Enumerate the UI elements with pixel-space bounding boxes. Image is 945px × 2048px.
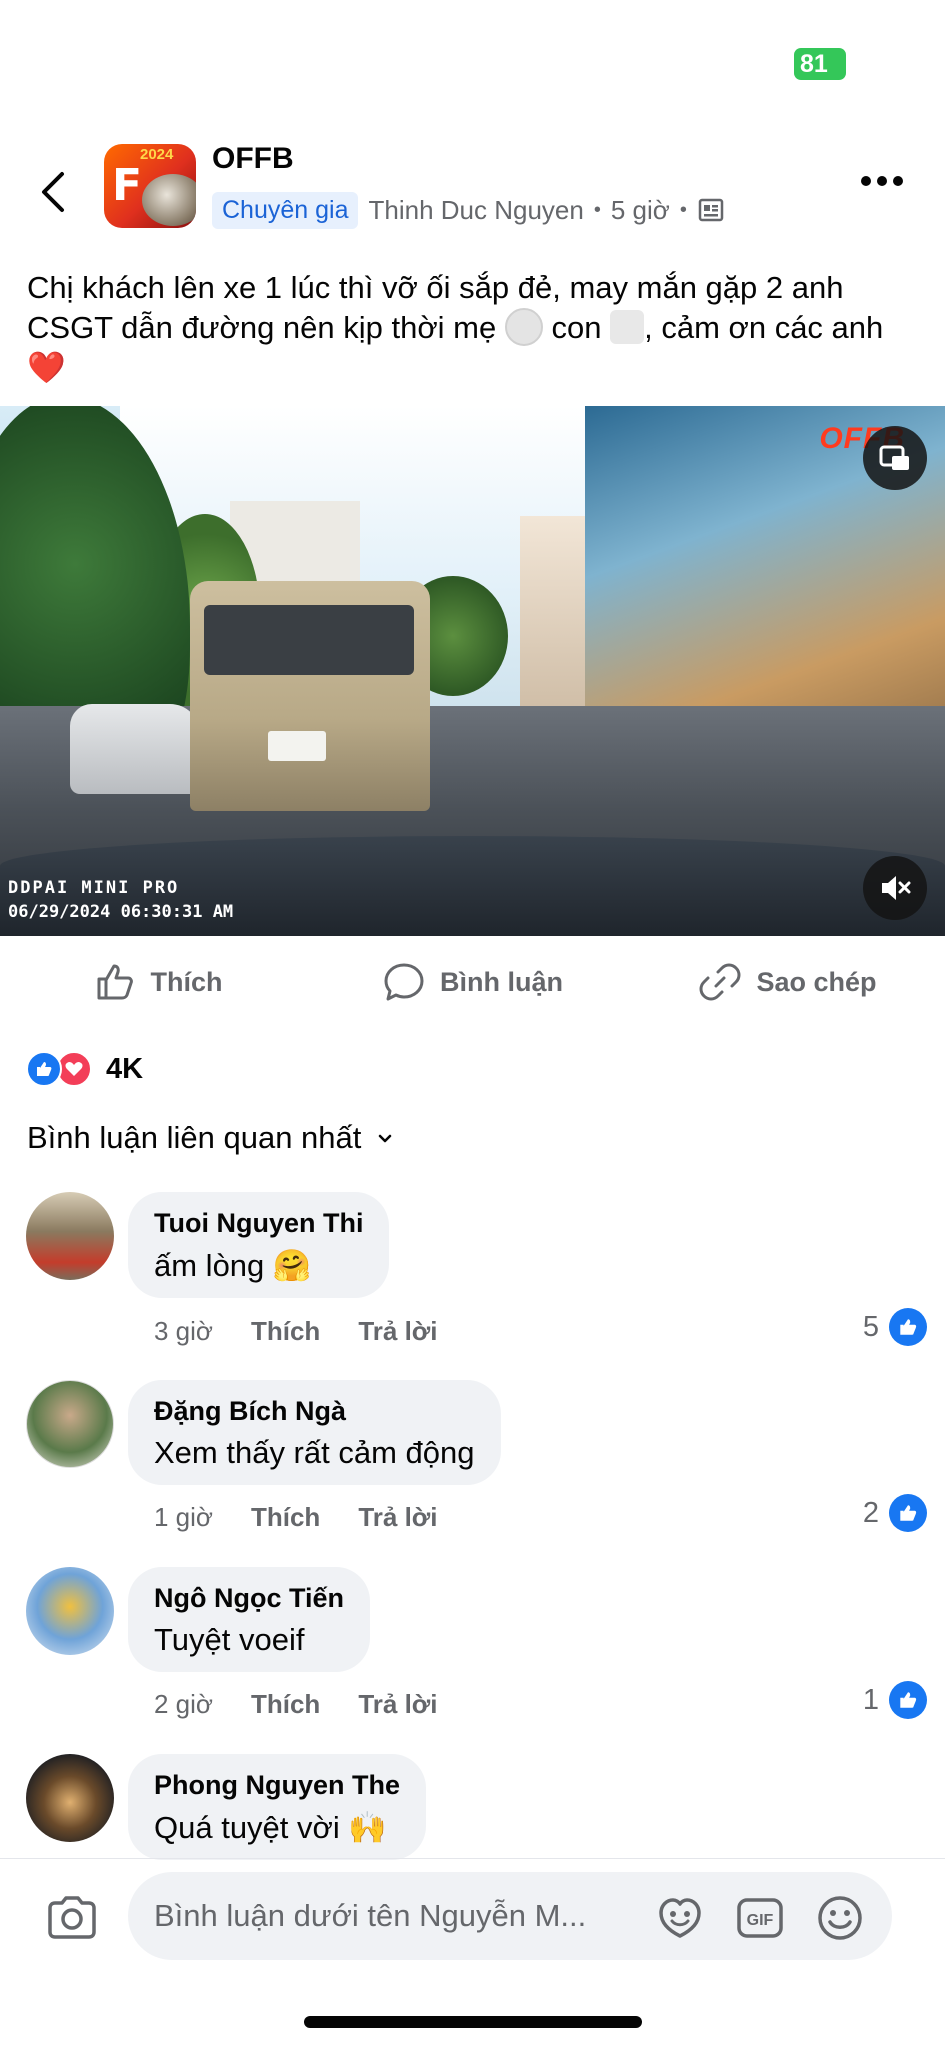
comment-meta: 3 giờ Thích Trả lời (154, 1316, 438, 1347)
page-avatar[interactable]: 2024 F (104, 144, 196, 228)
gif-label: GIF (747, 1912, 774, 1929)
back-chevron-icon (42, 172, 64, 212)
battery-indicator: 81 (794, 48, 846, 80)
pip-button[interactable] (863, 426, 927, 490)
post-action-bar: Thích Bình luận Sao chép (0, 950, 945, 1014)
avatar-photo (142, 174, 196, 226)
heart-emoji: ❤️ (27, 350, 66, 385)
like-label: Thích (150, 966, 223, 997)
like-badge-icon (889, 1681, 927, 1719)
comment-meta: 2 giờ Thích Trả lời (154, 1689, 438, 1720)
meta-separator: • (593, 198, 601, 221)
like-badge-icon (889, 1308, 927, 1346)
comment-bubble-icon (384, 963, 424, 1001)
post-header: 2024 F OFFB Chuyên gia Thinh Duc Nguyen … (0, 138, 945, 248)
more-dots-icon (861, 176, 871, 186)
dashcam-timestamp: 06/29/2024 06:30:31 AM (8, 902, 234, 922)
comment-composer: Bình luận dưới tên Nguyễn M... GIF (0, 1860, 945, 1970)
home-indicator[interactable] (304, 2016, 642, 2028)
video-bus-window (204, 605, 414, 675)
copy-link-icon (699, 963, 741, 1001)
comment-like-number: 5 (862, 1310, 879, 1343)
comment-text: Tuyệt voeif (154, 1622, 305, 1657)
white-square-emoji (610, 310, 645, 344)
composer-divider (0, 1858, 945, 1859)
white-circle-emoji (504, 308, 543, 346)
comment-like-number: 2 (862, 1496, 879, 1529)
comment-button[interactable]: Bình luận (315, 950, 630, 1014)
comment-reply-button[interactable]: Trả lời (358, 1502, 437, 1533)
comment-sort-dropdown[interactable]: Bình luận liên quan nhất (27, 1120, 395, 1156)
commenter-avatar[interactable] (26, 1567, 114, 1655)
comment-text: Quá tuyệt vời 🙌 (154, 1810, 387, 1845)
comment-like-number: 1 (862, 1683, 879, 1716)
comment-reply-button[interactable]: Trả lời (358, 1689, 437, 1720)
comment-like-count[interactable]: 2 (863, 1494, 927, 1532)
post-video[interactable]: OFFB DDPAI MINI PRO 06/29/2024 06:30:31 … (0, 406, 945, 936)
dashcam-brand: DDPAI MINI PRO (8, 878, 180, 898)
comment-meta: 1 giờ Thích Trả lời (154, 1502, 438, 1533)
camera-icon[interactable] (44, 1890, 100, 1946)
caption-text-3: , cảm ơn các anh (644, 310, 884, 345)
comment-author[interactable]: Ngô Ngọc Tiến (154, 1583, 344, 1614)
gif-icon[interactable]: GIF (734, 1892, 786, 1944)
post-caption: Chị khách lên xe 1 lúc thì vỡ ối sắp đẻ,… (27, 268, 917, 388)
copy-link-button[interactable]: Sao chép (630, 950, 945, 1014)
comment-text: ấm lòng 🤗 (154, 1248, 312, 1283)
comment-text: Xem thấy rất cảm động (154, 1435, 475, 1470)
comment-like-button[interactable]: Thích (251, 1502, 320, 1533)
copy-label: Sao chép (756, 966, 877, 997)
comment-bubble[interactable]: Phong Nguyen The Quá tuyệt vời 🙌 (128, 1754, 426, 1860)
comment-time: 2 giờ (154, 1689, 213, 1719)
comment-input[interactable]: Bình luận dưới tên Nguyễn M... GIF (128, 1872, 892, 1960)
commenter-avatar[interactable] (26, 1380, 114, 1468)
mute-icon (882, 876, 911, 900)
like-button[interactable]: Thích (0, 950, 315, 1014)
comment-time: 3 giờ (154, 1316, 213, 1346)
video-car (70, 704, 200, 794)
comment-like-count[interactable]: 1 (863, 1681, 927, 1719)
meta-separator: • (679, 198, 687, 221)
comment-reply-button[interactable]: Trả lời (358, 1316, 437, 1347)
privacy-photo-icon (698, 198, 724, 222)
back-button[interactable] (30, 164, 74, 220)
like-thumb-icon (97, 964, 133, 1000)
comment-bubble[interactable]: Ngô Ngọc Tiến Tuyệt voeif (128, 1567, 371, 1672)
page-name[interactable]: OFFB (212, 142, 294, 176)
video-bus (190, 581, 430, 811)
comment-author[interactable]: Đặng Bích Ngà (154, 1396, 475, 1427)
avatar-year-text: 2024 (140, 146, 174, 163)
status-bar: 81 (0, 0, 945, 120)
post-time[interactable]: 5 giờ (611, 195, 670, 226)
smiley-icon[interactable] (814, 1892, 866, 1944)
comment-like-button[interactable]: Thích (251, 1316, 320, 1347)
expert-badge: Chuyên gia (212, 191, 359, 229)
more-options-button[interactable] (861, 176, 903, 186)
mute-button[interactable] (863, 856, 927, 920)
avatar-logo-letter: F (112, 160, 143, 211)
caption-text-2: con (551, 310, 602, 345)
reaction-count: 4K (106, 1052, 144, 1085)
pip-icon (879, 445, 909, 470)
comment-author[interactable]: Phong Nguyen The (154, 1770, 400, 1801)
reaction-summary[interactable]: 4K (26, 1044, 143, 1094)
sort-label: Bình luận liên quan nhất (27, 1120, 362, 1155)
comment-label: Bình luận (440, 966, 563, 997)
comment-author[interactable]: Tuoi Nguyen Thi (154, 1208, 363, 1239)
post-author[interactable]: Thinh Duc Nguyen (368, 195, 583, 226)
comment-like-button[interactable]: Thích (251, 1689, 320, 1720)
comment-bubble[interactable]: Tuoi Nguyen Thi ấm lòng 🤗 (128, 1192, 390, 1298)
comment-like-count[interactable]: 5 (863, 1308, 927, 1346)
like-badge-icon (889, 1494, 927, 1532)
comment-time: 1 giờ (154, 1502, 213, 1532)
chevron-down-icon (379, 1134, 392, 1143)
comment-input-placeholder: Bình luận dưới tên Nguyễn M... (154, 1898, 587, 1933)
commenter-avatar[interactable] (26, 1754, 114, 1842)
commenter-avatar[interactable] (26, 1192, 114, 1280)
avatar-sticker-icon[interactable] (654, 1892, 706, 1944)
post-meta-row: Chuyên gia Thinh Duc Nguyen • 5 giờ • (212, 190, 725, 230)
comment-bubble[interactable]: Đặng Bích Ngà Xem thấy rất cảm động (128, 1380, 501, 1485)
video-bus-plate (268, 731, 326, 761)
like-reaction-icon (26, 1051, 62, 1087)
